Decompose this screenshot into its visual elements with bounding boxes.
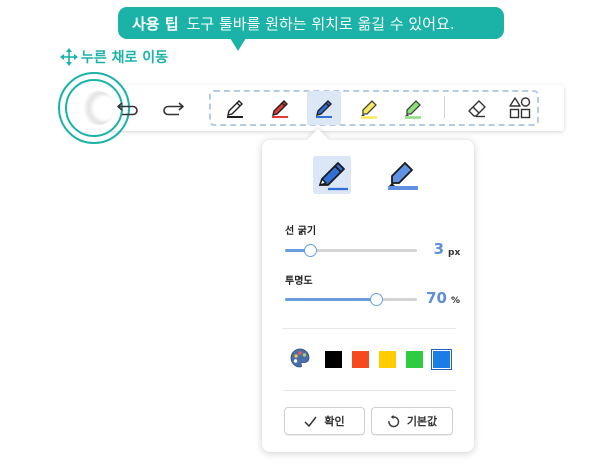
reset-label: 기본값 xyxy=(406,415,438,428)
opacity-value: 70 xyxy=(426,289,447,307)
move-hint-label: 누른 채로 이동 xyxy=(81,50,169,66)
reset-button[interactable]: 기본값 xyxy=(371,407,453,435)
drag-handle[interactable] xyxy=(81,91,115,125)
pen-icon xyxy=(318,162,348,191)
pen-icon xyxy=(316,100,332,118)
thickness-value: 3 xyxy=(433,240,444,258)
color-swatch-yellow[interactable] xyxy=(379,351,396,368)
opacity-label: 투명도 xyxy=(285,276,313,287)
thickness-slider[interactable] xyxy=(285,244,417,257)
pen-icon xyxy=(227,100,243,118)
tip-title: 사용 팁 xyxy=(132,14,179,33)
highlighter-icon xyxy=(388,162,418,190)
palette-icon[interactable] xyxy=(290,348,310,368)
shapes-icon xyxy=(509,97,531,119)
redo-button[interactable] xyxy=(159,95,187,121)
opacity-slider[interactable] xyxy=(285,293,417,306)
move-hint: 누른 채로 이동 xyxy=(60,47,168,67)
opacity-unit: % xyxy=(451,296,461,306)
eraser-button[interactable] xyxy=(462,93,492,123)
undo-icon xyxy=(117,102,138,116)
undo-button[interactable] xyxy=(114,95,142,121)
popup-divider xyxy=(282,328,456,329)
popup-divider xyxy=(282,390,456,391)
pen-icon xyxy=(272,100,288,118)
pen-type-highlighter-button[interactable] xyxy=(384,156,422,194)
highlighter-icon xyxy=(405,100,421,119)
confirm-label: 확인 xyxy=(324,415,345,428)
highlighter-yellow-button[interactable] xyxy=(354,92,384,124)
pen-red-button[interactable] xyxy=(265,92,295,124)
eraser-icon xyxy=(468,100,486,118)
color-swatch-blue[interactable] xyxy=(431,349,452,370)
highlighter-green-button[interactable] xyxy=(398,92,428,124)
pen-type-pen-button[interactable] xyxy=(313,156,351,194)
reset-icon xyxy=(388,414,400,427)
check-icon xyxy=(304,416,317,427)
confirm-button[interactable]: 확인 xyxy=(284,407,365,435)
redo-icon xyxy=(163,102,184,116)
pen-blue-button[interactable] xyxy=(307,91,341,125)
color-swatch-green[interactable] xyxy=(406,351,423,368)
toolbar-divider xyxy=(444,96,445,118)
thickness-label: 선 굵기 xyxy=(285,226,317,237)
color-swatch-black[interactable] xyxy=(325,351,342,368)
tooltip-arrow xyxy=(230,38,246,51)
shapes-button[interactable] xyxy=(505,93,535,123)
move-arrows-icon xyxy=(60,48,78,66)
color-swatch-red[interactable] xyxy=(352,351,369,368)
pen-black-button[interactable] xyxy=(220,92,250,124)
highlighter-icon xyxy=(361,100,377,119)
opacity-slider-fill xyxy=(285,298,378,301)
thickness-unit: px xyxy=(448,248,461,258)
tip-text: 도구 툴바를 원하는 위치로 옮길 수 있어요. xyxy=(186,14,455,33)
usage-tip-tooltip: 사용 팁 도구 툴바를 원하는 위치로 옮길 수 있어요. xyxy=(118,7,504,51)
